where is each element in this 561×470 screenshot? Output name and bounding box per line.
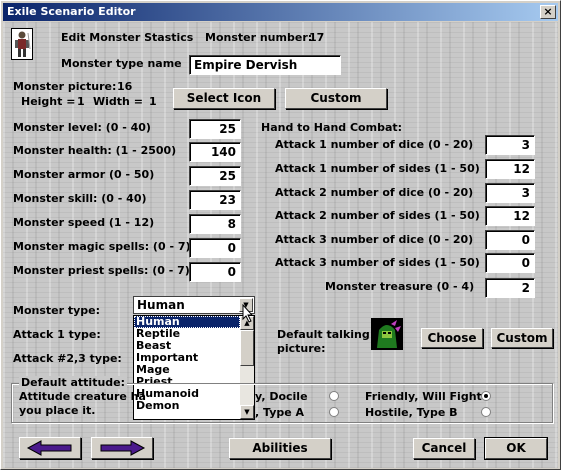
combat-label: Attack 1 number of sides (1 - 50) [275, 162, 480, 175]
stat-label: Monster speed (1 - 12) [13, 216, 155, 229]
monster-type-dropdown[interactable]: Human ▼ [133, 296, 255, 314]
previous-monster-button[interactable] [19, 437, 81, 459]
monster-number-label: Monster number: [205, 31, 313, 44]
monster-picture-value: 16 [117, 80, 133, 93]
magic-spells-field[interactable]: 0 [189, 238, 241, 258]
arrow-left-icon [26, 440, 72, 456]
talking-picture-label: Default talking [277, 328, 370, 341]
stat-label: Monster health: (1 - 2500) [13, 144, 177, 157]
monster-level-field[interactable]: 25 [189, 119, 241, 139]
height-label: Height = [21, 95, 76, 108]
custom-picture-button[interactable]: Custom [285, 88, 387, 109]
choose-talking-button[interactable]: Choose [421, 328, 483, 348]
attitude-description: Attitude creature ha [19, 390, 146, 403]
attack1-dice-field[interactable]: 3 [485, 135, 535, 155]
stat-label: Monster armor (0 - 50) [13, 168, 155, 181]
attack23-type-label: Attack #2,3 type: [13, 352, 122, 365]
monster-type-selected: Human [137, 298, 185, 312]
attitude-docile-radio[interactable] [329, 391, 339, 401]
editor-window: Exile Scenario Editor × Edit Monster Sta… [0, 0, 561, 470]
mouse-cursor-icon [242, 304, 254, 323]
attack2-dice-field[interactable]: 3 [485, 183, 535, 203]
treasure-label: Monster treasure (0 - 4) [325, 280, 475, 293]
width-value: 1 [149, 95, 157, 108]
dialog-body: Edit Monster Stastics Monster number: 17… [3, 22, 558, 468]
attack3-sides-field[interactable]: 0 [485, 253, 535, 273]
stat-label: Monster level: (0 - 40) [13, 121, 151, 134]
select-icon-button[interactable]: Select Icon [173, 88, 275, 109]
close-button[interactable]: × [540, 5, 556, 19]
width-label: Width = [93, 95, 143, 108]
scroll-thumb[interactable] [240, 330, 254, 366]
attack3-dice-field[interactable]: 0 [485, 230, 535, 250]
combat-label: Attack 2 number of sides (1 - 50) [275, 209, 480, 222]
custom-talking-button[interactable]: Custom [491, 328, 553, 348]
next-monster-button[interactable] [91, 437, 153, 459]
monster-type-label: Monster type: [13, 304, 101, 317]
combat-label: Attack 1 number of dice (0 - 20) [275, 138, 474, 151]
monster-armor-field[interactable]: 25 [189, 166, 241, 186]
title-bar: Exile Scenario Editor × [3, 3, 558, 21]
attitude-option-label: Hostile, Type B [365, 406, 458, 419]
attitude-description-2: you place it. [19, 404, 96, 417]
arrow-right-icon [100, 440, 146, 456]
combat-heading: Hand to Hand Combat: [261, 121, 403, 134]
attitude-option-label: y, Docile [255, 390, 308, 403]
monster-skill-field[interactable]: 23 [189, 190, 241, 210]
monster-health-field[interactable]: 140 [189, 142, 241, 162]
attitude-friendly-fight-radio[interactable] [481, 391, 491, 401]
attitude-group-title: Default attitude: [19, 376, 128, 389]
attitude-option-label: , Type A [255, 406, 305, 419]
talking-picture-label-2: picture: [277, 342, 326, 355]
combat-label: Attack 3 number of dice (0 - 20) [275, 233, 474, 246]
stat-label: Monster skill: (0 - 40) [13, 192, 147, 205]
cancel-button[interactable]: Cancel [413, 438, 475, 459]
monster-name-label: Monster type name [61, 57, 182, 70]
page-title: Edit Monster Stastics [61, 31, 194, 44]
stat-label: Monster priest spells: (0 - 7) [13, 264, 190, 277]
talking-portrait-icon [371, 318, 403, 350]
monster-picture-label: Monster picture: [13, 80, 117, 93]
priest-spells-field[interactable]: 0 [189, 262, 241, 282]
monster-name-field[interactable]: Empire Dervish [189, 55, 341, 75]
combat-label: Attack 2 number of dice (0 - 20) [275, 186, 474, 199]
treasure-field[interactable]: 2 [485, 278, 535, 298]
attitude-hostile-b-radio[interactable] [481, 407, 491, 417]
attack2-sides-field[interactable]: 12 [485, 206, 535, 226]
window-title: Exile Scenario Editor [7, 5, 136, 18]
stat-label: Monster magic spells: (0 - 7) [13, 240, 191, 253]
monster-portrait-icon [11, 28, 33, 60]
monster-speed-field[interactable]: 8 [189, 214, 241, 234]
combat-label: Attack 3 number of sides (1 - 50) [275, 256, 480, 269]
attitude-option-label: Friendly, Will Fight [365, 390, 482, 403]
ok-button[interactable]: OK [484, 437, 548, 460]
attitude-hostile-a-radio[interactable] [329, 407, 339, 417]
attack1-sides-field[interactable]: 12 [485, 159, 535, 179]
abilities-button[interactable]: Abilities [229, 438, 331, 459]
attack1-type-label: Attack 1 type: [13, 328, 101, 341]
height-value: 1 [77, 95, 85, 108]
monster-number-value: 17 [309, 31, 325, 44]
